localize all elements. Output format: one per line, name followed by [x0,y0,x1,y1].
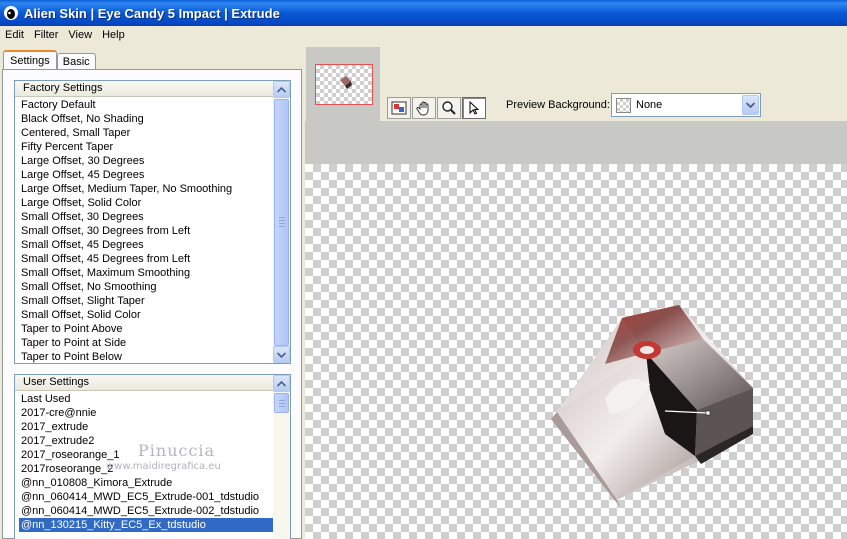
list-item[interactable]: Small Offset, Solid Color [15,308,273,322]
list-item[interactable]: @nn_010808_Kimora_Extrude [15,476,273,490]
preview-icon [391,101,407,115]
watermark-name: Pinuccia [138,441,216,460]
scroll-up-icon[interactable] [273,375,290,392]
app-logo-icon [4,6,18,20]
hand-icon [416,101,429,116]
tool-group [387,97,486,119]
factory-scroll-thumb[interactable] [274,99,289,346]
chevron-down-icon[interactable] [742,95,759,115]
user-settings-header: User Settings [15,375,290,391]
menu-view[interactable]: View [63,29,97,41]
tab-settings[interactable]: Settings [3,50,57,71]
hand-tool-button[interactable] [412,97,436,119]
zoom-tool-button[interactable] [437,97,461,119]
menu-help[interactable]: Help [97,29,130,41]
transparency-swatch-icon [616,97,631,113]
list-item[interactable]: Small Offset, Maximum Smoothing [15,266,273,280]
list-item[interactable]: 2017-cre@nnie [15,406,273,420]
scroll-down-icon[interactable] [273,346,290,363]
watermark-url: www.maidiregrafica.eu [106,461,221,472]
list-item[interactable]: Last Used [15,392,273,406]
list-item[interactable]: Large Offset, Medium Taper, No Smoothing [15,182,273,196]
factory-settings-items: Factory Default Black Offset, No Shading C… [15,98,273,363]
preview-background-value: None [636,99,663,111]
menu-filter[interactable]: Filter [29,29,63,41]
list-item[interactable]: Black Offset, No Shading [15,112,273,126]
list-item[interactable]: Large Offset, Solid Color [15,196,273,210]
menu-bar: Edit Filter View Help [0,26,847,44]
settings-panel: Settings Basic Factory Settings Factory … [0,44,305,539]
navigator-view-rect[interactable] [315,64,373,105]
preview-toggle-button[interactable] [387,97,411,119]
preview-canvas[interactable] [305,164,847,539]
window-title: Alien Skin | Eye Candy 5 Impact | Extrud… [24,5,280,21]
tab-basic[interactable]: Basic [56,53,96,70]
list-item[interactable]: Small Offset, Slight Taper [15,294,273,308]
list-item-selected[interactable]: @nn_130215_Kitty_EC5_Ex_tdstudio [18,517,274,533]
list-item[interactable]: Small Offset, 30 Degrees [15,210,273,224]
list-item[interactable]: Taper to Point Above [15,322,273,336]
factory-scrollbar[interactable] [273,81,290,363]
list-item[interactable]: Factory Default [15,98,273,112]
list-item[interactable]: Taper to Point Below [15,350,273,363]
list-item[interactable]: Centered, Small Taper [15,126,273,140]
navigator-thumbnail[interactable] [306,47,380,121]
list-item[interactable]: Large Offset, 30 Degrees [15,154,273,168]
extruded-cube-preview [551,305,753,507]
preview-background-label: Preview Background: [506,99,610,111]
list-item[interactable]: Small Offset, 45 Degrees from Left [15,252,273,266]
factory-settings-header: Factory Settings [15,81,290,97]
list-item[interactable]: Taper to Point at Side [15,336,273,350]
list-item[interactable]: Small Offset, 45 Degrees [15,238,273,252]
list-item[interactable]: @nn_060414_MWD_EC5_Extrude-002_tdstudio [15,504,273,518]
select-tool-button[interactable] [462,97,486,119]
zoom-icon [442,101,456,115]
list-item[interactable]: Large Offset, 45 Degrees [15,168,273,182]
list-item[interactable]: Small Offset, No Smoothing [15,280,273,294]
list-item[interactable]: 2017_extrude [15,420,273,434]
factory-settings-list[interactable]: Factory Settings Factory Default Black Of… [14,80,291,364]
title-bar: Alien Skin | Eye Candy 5 Impact | Extrud… [0,0,847,26]
arrow-icon [469,100,480,115]
menu-edit[interactable]: Edit [0,29,29,41]
preview-toolbar: Preview Background: None [380,44,847,120]
list-item[interactable]: @nn_060414_MWD_EC5_Extrude-001_tdstudio [15,490,273,504]
preview-background-select[interactable]: None [611,93,761,117]
list-item[interactable]: Small Offset, 30 Degrees from Left [15,224,273,238]
preview-gray-strip [305,121,847,164]
tab-strip: Settings Basic [3,48,96,71]
user-scroll-thumb[interactable] [274,393,289,413]
list-item[interactable]: Fifty Percent Taper [15,140,273,154]
user-scrollbar[interactable] [273,375,290,539]
scroll-up-icon[interactable] [273,81,290,98]
